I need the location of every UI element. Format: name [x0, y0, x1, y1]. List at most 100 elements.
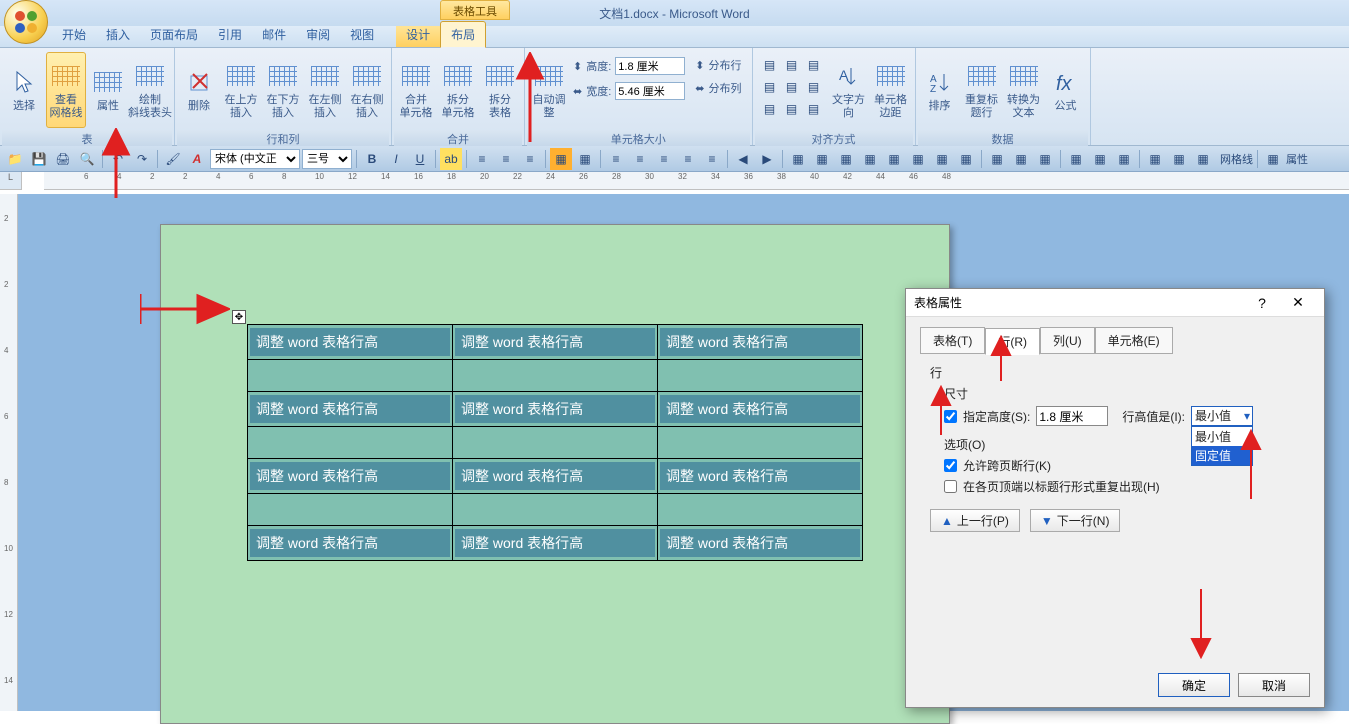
repeat-header-checkbox[interactable] [944, 480, 957, 493]
width-input[interactable] [615, 82, 685, 100]
cancel-button[interactable]: 取消 [1238, 673, 1310, 697]
bullets-button[interactable]: ≡ [471, 148, 493, 170]
view-gridlines-button[interactable]: 查看 网格线 [46, 52, 86, 128]
save-icon[interactable]: 💾 [28, 148, 50, 170]
vertical-ruler[interactable]: 22468101214 [0, 194, 18, 711]
distribute-button[interactable]: ≡ [701, 148, 723, 170]
borders-button[interactable]: ▦ [574, 148, 596, 170]
table-cell[interactable] [658, 427, 863, 459]
tb4[interactable]: ▦ [859, 148, 881, 170]
height-input[interactable] [615, 57, 685, 75]
align-right-button[interactable]: ≡ [653, 148, 675, 170]
delete-button[interactable]: 删除 [179, 52, 219, 128]
properties-label[interactable]: 属性 [1286, 151, 1308, 167]
italic-button[interactable]: I [385, 148, 407, 170]
convert-to-text-button[interactable]: 转换为文本 [1004, 52, 1044, 128]
draw-diagonal-button[interactable]: 绘制 斜线表头 [130, 52, 170, 128]
align-tl[interactable]: ▤ [759, 54, 781, 76]
dialog-titlebar[interactable]: 表格属性 ? ✕ [906, 289, 1324, 317]
table-cell[interactable]: 调整 word 表格行高 [453, 459, 658, 494]
align-mc[interactable]: ▤ [781, 76, 803, 98]
table-cell[interactable] [658, 494, 863, 526]
repeat-header-button[interactable]: 重复标题行 [962, 52, 1002, 128]
table-cell[interactable]: 调整 word 表格行高 [658, 325, 863, 360]
prev-row-button[interactable]: ▲上一行(P) [930, 509, 1020, 532]
open-icon[interactable]: 📁 [4, 148, 26, 170]
format-painter-icon[interactable]: 🖌 [162, 148, 184, 170]
table-cell[interactable]: 调整 word 表格行高 [658, 526, 863, 561]
align-bc[interactable]: ▤ [781, 98, 803, 120]
font-color-icon[interactable]: A [186, 148, 208, 170]
text-direction-button[interactable]: A文字方向 [829, 52, 869, 128]
tb5[interactable]: ▦ [883, 148, 905, 170]
tb10[interactable]: ▦ [1010, 148, 1032, 170]
align-tc[interactable]: ▤ [781, 54, 803, 76]
align-ml[interactable]: ▤ [759, 76, 781, 98]
horizontal-ruler[interactable]: 6422468101214161820222426283032343638404… [44, 172, 1349, 190]
table-cell[interactable]: 调整 word 表格行高 [453, 392, 658, 427]
table-cell[interactable]: 调整 word 表格行高 [248, 325, 453, 360]
table-cell[interactable] [248, 494, 453, 526]
tb2[interactable]: ▦ [811, 148, 833, 170]
tb14[interactable]: ▦ [1113, 148, 1135, 170]
tb17[interactable]: ▦ [1192, 148, 1214, 170]
ok-button[interactable]: 确定 [1158, 673, 1230, 697]
indent-dec-button[interactable]: ◀ [732, 148, 754, 170]
tb3[interactable]: ▦ [835, 148, 857, 170]
table-cell[interactable]: 调整 word 表格行高 [453, 325, 658, 360]
tb7[interactable]: ▦ [931, 148, 953, 170]
tb16[interactable]: ▦ [1168, 148, 1190, 170]
shading-button[interactable]: ▦ [550, 148, 572, 170]
tb15[interactable]: ▦ [1144, 148, 1166, 170]
properties-button[interactable]: 属性 [88, 52, 128, 128]
tb18[interactable]: ▦ [1262, 148, 1284, 170]
align-mr[interactable]: ▤ [803, 76, 825, 98]
row-height-mode-combo[interactable]: 最小值▾ 最小值 固定值 [1191, 406, 1253, 426]
table-cell[interactable] [248, 360, 453, 392]
tb9[interactable]: ▦ [986, 148, 1008, 170]
document-table[interactable]: 调整 word 表格行高 调整 word 表格行高 调整 word 表格行高 调… [247, 324, 863, 561]
height-value-input[interactable] [1036, 406, 1108, 426]
insert-above-button[interactable]: 在上方 插入 [221, 52, 261, 128]
tb11[interactable]: ▦ [1034, 148, 1056, 170]
table-move-handle[interactable]: ✥ [232, 310, 246, 324]
table-cell[interactable]: 调整 word 表格行高 [658, 392, 863, 427]
office-button[interactable] [4, 0, 48, 44]
justify-button[interactable]: ≡ [677, 148, 699, 170]
bold-button[interactable]: B [361, 148, 383, 170]
close-button[interactable]: ✕ [1280, 290, 1316, 316]
tb13[interactable]: ▦ [1089, 148, 1111, 170]
tb12[interactable]: ▦ [1065, 148, 1087, 170]
table-cell[interactable] [658, 360, 863, 392]
help-button[interactable]: ? [1244, 290, 1280, 316]
align-left-button[interactable]: ≡ [605, 148, 627, 170]
next-row-button[interactable]: ▼下一行(N) [1030, 509, 1121, 532]
dialog-tab-table[interactable]: 表格(T) [920, 327, 985, 354]
distribute-cols-button[interactable]: ⬌分布列 [691, 77, 745, 99]
gridlines-label[interactable]: 网格线 [1220, 151, 1253, 167]
sort-button[interactable]: AZ排序 [920, 52, 960, 128]
insert-below-button[interactable]: 在下方 插入 [263, 52, 303, 128]
multilevel-button[interactable]: ≡ [519, 148, 541, 170]
size-combo[interactable]: 三号 [302, 149, 352, 169]
table-cell[interactable] [453, 360, 658, 392]
underline-button[interactable]: U [409, 148, 431, 170]
indent-inc-button[interactable]: ▶ [756, 148, 778, 170]
align-center-button[interactable]: ≡ [629, 148, 651, 170]
insert-right-button[interactable]: 在右侧 插入 [347, 52, 387, 128]
highlight-button[interactable]: ab [440, 148, 462, 170]
table-cell[interactable] [248, 427, 453, 459]
table-cell[interactable] [453, 427, 658, 459]
tb6[interactable]: ▦ [907, 148, 929, 170]
align-tr[interactable]: ▤ [803, 54, 825, 76]
tab-layout[interactable]: 布局 [440, 21, 486, 48]
dialog-tab-col[interactable]: 列(U) [1040, 327, 1095, 354]
cell-margins-button[interactable]: 单元格 边距 [871, 52, 911, 128]
font-combo[interactable]: 宋体 (中文正 [210, 149, 300, 169]
tb8[interactable]: ▦ [955, 148, 977, 170]
numbering-button[interactable]: ≡ [495, 148, 517, 170]
dialog-tab-cell[interactable]: 单元格(E) [1095, 327, 1173, 354]
merge-cells-button[interactable]: 合并 单元格 [396, 52, 436, 128]
table-cell[interactable]: 调整 word 表格行高 [453, 526, 658, 561]
distribute-rows-button[interactable]: ⬍分布行 [691, 54, 745, 76]
